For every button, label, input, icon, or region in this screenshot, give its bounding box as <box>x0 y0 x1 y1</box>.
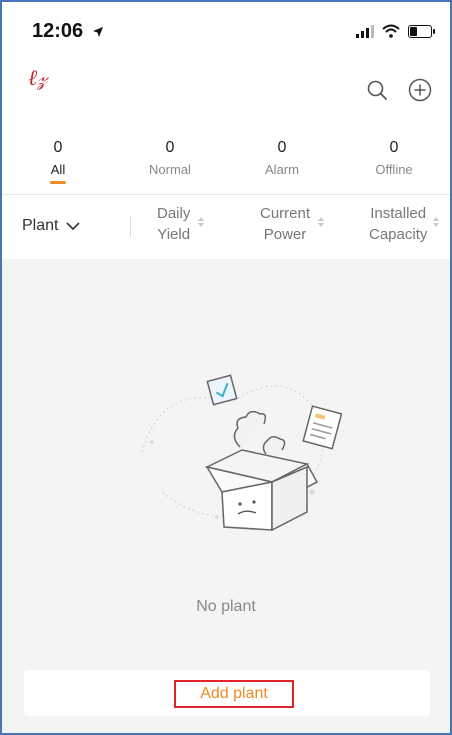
tab-count: 0 <box>53 139 63 156</box>
tab-offline[interactable]: 0 Offline <box>338 106 450 194</box>
chevron-down-icon <box>66 221 81 230</box>
column-label-line2: Capacity <box>369 226 428 243</box>
status-icons <box>356 24 435 38</box>
tab-all[interactable]: 0 All <box>2 106 114 194</box>
column-label-line1: Current <box>260 205 311 222</box>
add-plant-button[interactable]: Add plant <box>174 680 294 708</box>
tab-count: 0 <box>389 139 399 156</box>
app-header: ℓ𝓏 <box>2 50 450 106</box>
sort-current-power[interactable]: Current Power <box>260 203 325 245</box>
empty-state-message: No plant <box>196 598 256 615</box>
add-plant-card: Add plant <box>24 670 430 716</box>
sort-icon <box>198 217 205 227</box>
signal-icon <box>356 24 374 38</box>
search-icon[interactable] <box>366 79 388 101</box>
status-bar: 12:06 <box>2 2 450 50</box>
header-actions <box>366 78 432 102</box>
column-label-line1: Installed <box>370 205 427 222</box>
tab-label: Normal <box>149 162 191 177</box>
brand-logo: ℓ𝓏 <box>28 68 47 90</box>
list-column-header: Plant Daily Yield Current Power Installe… <box>2 194 450 259</box>
tab-label: All <box>50 162 66 177</box>
logo-glyphs: ℓ𝓏 <box>28 66 48 91</box>
plant-filter-dropdown[interactable]: Plant <box>22 217 81 235</box>
sort-daily-yield[interactable]: Daily Yield <box>157 203 205 245</box>
location-arrow-icon <box>92 26 103 37</box>
app-screen: 12:06 ℓ𝓏 0 All 0 Normal 0 Alarm 0 Offlin… <box>0 0 452 735</box>
tab-label: Alarm <box>265 162 299 177</box>
column-label-line1: Daily <box>157 205 191 222</box>
sort-icon <box>433 217 440 227</box>
active-tab-indicator <box>50 181 66 184</box>
tab-alarm[interactable]: 0 Alarm <box>226 106 338 194</box>
tab-normal[interactable]: 0 Normal <box>114 106 226 194</box>
tab-count: 0 <box>165 139 175 156</box>
sort-icon <box>318 217 325 227</box>
battery-icon <box>408 24 435 38</box>
wifi-icon <box>382 24 400 38</box>
column-label-line2: Yield <box>157 226 191 243</box>
add-circle-icon[interactable] <box>408 78 432 102</box>
divider <box>130 215 131 237</box>
status-time: 12:06 <box>32 20 104 43</box>
tab-label: Offline <box>375 162 413 177</box>
sort-installed-capacity[interactable]: Installed Capacity <box>369 203 440 245</box>
empty-box-illustration <box>141 374 342 532</box>
plant-filter-label: Plant <box>22 217 59 234</box>
tab-count: 0 <box>277 139 287 156</box>
status-tabs: 0 All 0 Normal 0 Alarm 0 Offline <box>2 106 450 194</box>
column-label-line2: Power <box>263 226 307 243</box>
time-text: 12:06 <box>32 20 84 42</box>
